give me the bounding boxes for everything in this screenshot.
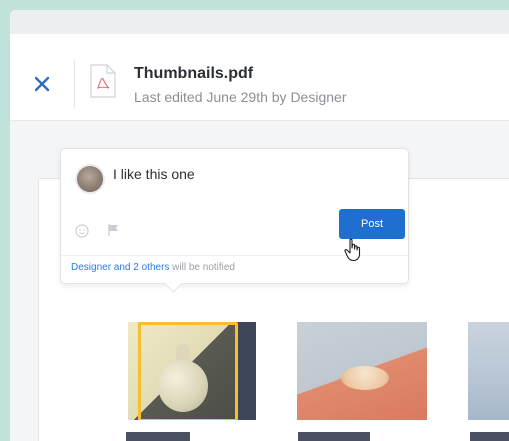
emoji-icon[interactable] bbox=[75, 224, 89, 238]
file-title: Thumbnails.pdf bbox=[134, 65, 254, 82]
thumbnail-caption-bar bbox=[470, 432, 509, 441]
header-divider bbox=[74, 60, 75, 108]
thumbnail-partial[interactable] bbox=[468, 322, 509, 420]
flag-icon[interactable] bbox=[107, 223, 121, 237]
thumbnail-vase[interactable] bbox=[128, 322, 256, 420]
close-button[interactable] bbox=[32, 74, 52, 94]
notify-recipients-link[interactable]: Designer and 2 others bbox=[71, 262, 169, 273]
hand-cursor-icon bbox=[344, 238, 362, 262]
thumbnail-caption-bar bbox=[126, 432, 190, 441]
thumbnail-caption-bar bbox=[298, 432, 370, 441]
file-meta: Last edited June 29th by Designer bbox=[134, 89, 347, 105]
thumbnail-bowl[interactable] bbox=[297, 322, 427, 420]
window-top-strip bbox=[10, 10, 509, 34]
pdf-file-icon bbox=[90, 64, 116, 98]
document-header: Thumbnails.pdf Last edited June 29th by … bbox=[10, 34, 509, 121]
notify-suffix: will be notified bbox=[169, 262, 235, 273]
close-icon bbox=[34, 76, 50, 92]
notify-text: Designer and 2 others will be notified bbox=[71, 262, 235, 273]
comment-input[interactable]: I like this one bbox=[113, 166, 195, 182]
avatar bbox=[75, 164, 105, 194]
post-button[interactable]: Post bbox=[339, 209, 405, 239]
selection-outline bbox=[138, 322, 238, 420]
comment-popover: I like this one Post Designer and 2 othe… bbox=[60, 148, 409, 293]
